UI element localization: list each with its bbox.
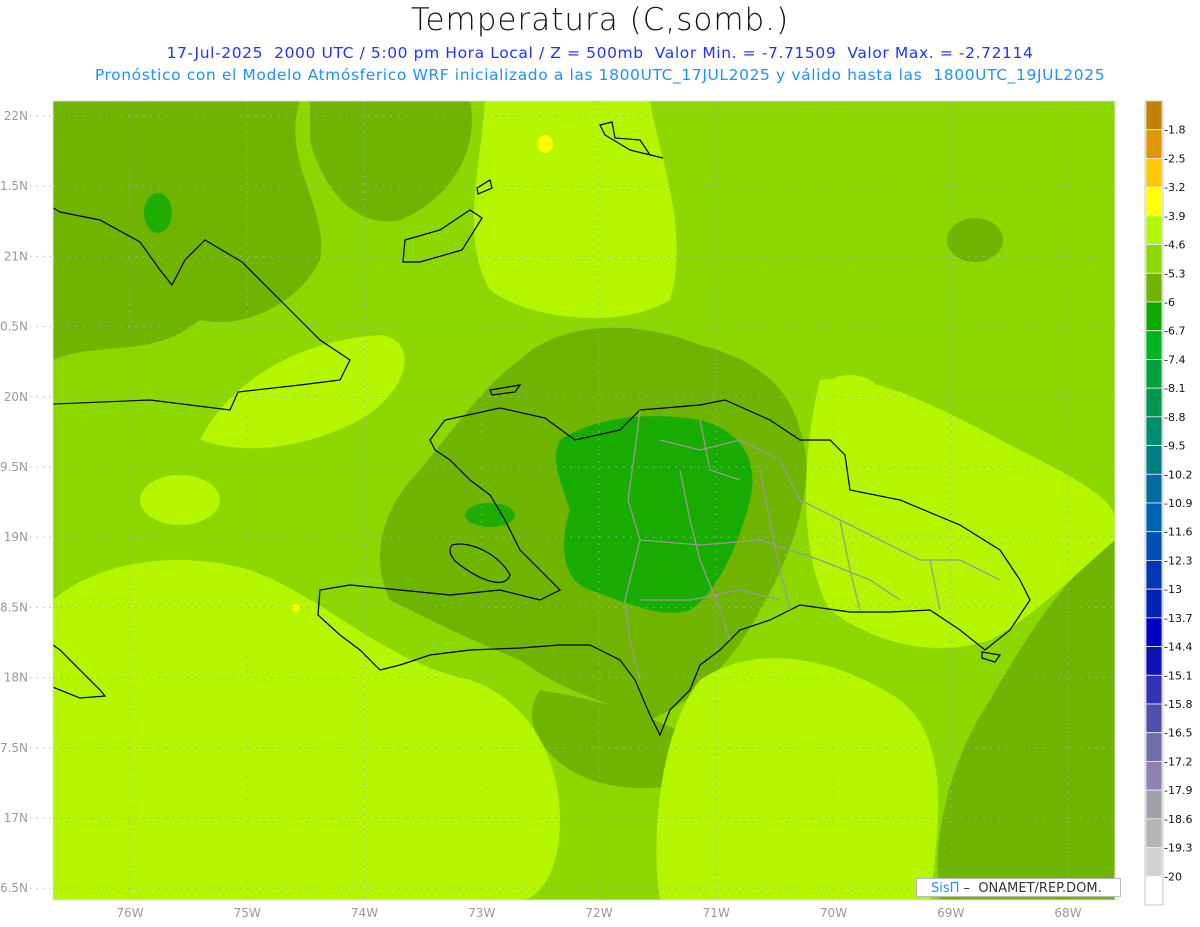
colorbar-swatch bbox=[1145, 301, 1163, 332]
colorbar-swatch bbox=[1145, 761, 1163, 791]
colorbar-label: -1.8 bbox=[1164, 124, 1185, 137]
colorbar-swatch bbox=[1145, 847, 1163, 877]
colorbar-label: -15.1 bbox=[1164, 669, 1192, 682]
colorbar-swatch bbox=[1145, 674, 1163, 705]
colorbar-label: -13 bbox=[1164, 583, 1182, 596]
lat-tick-label: 1.5N bbox=[0, 179, 28, 193]
lat-tick-label: 20N bbox=[4, 390, 28, 404]
colorbar-label: -3.2 bbox=[1164, 181, 1185, 194]
colorbar-label: -10.9 bbox=[1164, 497, 1192, 510]
colorbar-label: -15.8 bbox=[1164, 698, 1192, 711]
lat-tick-label: 22N bbox=[4, 109, 28, 123]
lat-tick-label: 7.5N bbox=[0, 741, 28, 755]
lat-tick-label: 6.5N bbox=[0, 881, 28, 895]
colorbar-swatch bbox=[1145, 100, 1163, 131]
colorbar-label: -3.9 bbox=[1164, 210, 1185, 223]
lon-tick-label: 68W bbox=[1054, 906, 1081, 920]
colorbar-swatch bbox=[1145, 359, 1163, 389]
lon-tick-label: 73W bbox=[468, 906, 495, 920]
colorbar-label: -9.5 bbox=[1164, 440, 1185, 453]
lon-tick-label: 71W bbox=[703, 906, 730, 920]
colorbar-swatch bbox=[1145, 646, 1163, 676]
credit-text: – ONAMET/REP.DOM. bbox=[959, 881, 1102, 896]
colorbar-swatch bbox=[1145, 617, 1163, 647]
field-light-w2 bbox=[140, 475, 220, 525]
colorbar-label: -11.6 bbox=[1164, 526, 1192, 539]
lat-tick-label: 8.5N bbox=[0, 600, 28, 614]
colorbar-swatch bbox=[1145, 186, 1163, 217]
colorbar-swatch bbox=[1145, 531, 1163, 561]
lat-tick-label: 18N bbox=[4, 671, 28, 685]
lon-tick-label: 76W bbox=[116, 906, 143, 920]
colorbar-label: -8.1 bbox=[1164, 382, 1185, 395]
lon-tick-label: 69W bbox=[937, 906, 964, 920]
colorbar-label: -7.4 bbox=[1164, 353, 1185, 366]
colorbar-swatch bbox=[1145, 789, 1163, 820]
colorbar-label: -13.7 bbox=[1164, 612, 1192, 625]
colorbar-swatch bbox=[1145, 732, 1163, 762]
lat-tick-label: 0.5N bbox=[0, 320, 28, 334]
lat-tick-label: 9.5N bbox=[0, 460, 28, 474]
colorbar-swatch bbox=[1145, 330, 1163, 360]
colorbar-label: -19.3 bbox=[1164, 842, 1192, 855]
colorbar-swatch bbox=[1145, 588, 1163, 619]
colorbar-swatch bbox=[1145, 502, 1163, 533]
lat-tick-label: 19N bbox=[4, 530, 28, 544]
field-yellow-spot2 bbox=[292, 604, 300, 612]
colorbar-label: -5.3 bbox=[1164, 267, 1185, 280]
lon-tick-label: 75W bbox=[234, 906, 261, 920]
colorbar-swatch bbox=[1145, 445, 1163, 475]
colorbar: -1.8 -2.5 -3.2 -3.9 -4.6 -5.3 -6 -6.7 -7.4 -8.1 -8… bbox=[1144, 100, 1192, 906]
field-light-n bbox=[473, 101, 677, 319]
colorbar-label: -8.8 bbox=[1164, 411, 1185, 424]
shaded-field bbox=[53, 101, 1115, 900]
colorbar-label: -18.6 bbox=[1164, 813, 1192, 826]
colorbar-swatch bbox=[1145, 416, 1163, 446]
colorbar-label: -14.4 bbox=[1164, 641, 1192, 654]
credit-box: SisΠ – ONAMET/REP.DOM. bbox=[916, 878, 1121, 897]
sis-logo: SisΠ bbox=[931, 881, 960, 896]
colorbar-swatch bbox=[1145, 560, 1163, 590]
field-yellow-spot bbox=[537, 135, 553, 153]
colorbar-swatch bbox=[1145, 387, 1163, 418]
colorbar-swatch bbox=[1145, 473, 1163, 504]
colorbar-label: -17.9 bbox=[1164, 784, 1192, 797]
lon-tick-label: 74W bbox=[351, 906, 378, 920]
colorbar-label: -10.2 bbox=[1164, 468, 1192, 481]
colorbar-swatch bbox=[1145, 215, 1163, 245]
temperature-map: 76W 75W 74W 73W 72W 71W 70W 69W 68W 22N 1.5N 21N 0.5… bbox=[0, 100, 1192, 920]
lon-tick-label: 70W bbox=[820, 906, 847, 920]
colorbar-swatch bbox=[1145, 244, 1163, 274]
colorbar-label: -20 bbox=[1164, 870, 1182, 883]
colorbar-label: -12.3 bbox=[1164, 554, 1192, 567]
colorbar-label: -6.7 bbox=[1164, 325, 1185, 338]
colorbar-label: -17.2 bbox=[1164, 755, 1192, 768]
colorbar-swatch bbox=[1145, 272, 1163, 303]
colorbar-swatch bbox=[1145, 875, 1163, 906]
colorbar-swatch bbox=[1145, 158, 1163, 188]
colorbar-label: -6 bbox=[1164, 296, 1175, 309]
colorbar-swatch bbox=[1145, 818, 1163, 848]
lat-tick-label: 17N bbox=[4, 811, 28, 825]
colorbar-label: -16.5 bbox=[1164, 727, 1192, 740]
field-darker-w bbox=[465, 503, 515, 527]
field-light-ne bbox=[820, 375, 880, 415]
colorbar-swatch bbox=[1145, 703, 1163, 734]
field-dark-e bbox=[947, 218, 1003, 262]
lon-tick-label: 72W bbox=[585, 906, 612, 920]
colorbar-label: -2.5 bbox=[1164, 152, 1185, 165]
field-darker-nw bbox=[144, 193, 172, 233]
lat-tick-label: 21N bbox=[4, 249, 28, 263]
colorbar-swatch bbox=[1145, 129, 1163, 159]
colorbar-label: -4.6 bbox=[1164, 239, 1185, 252]
